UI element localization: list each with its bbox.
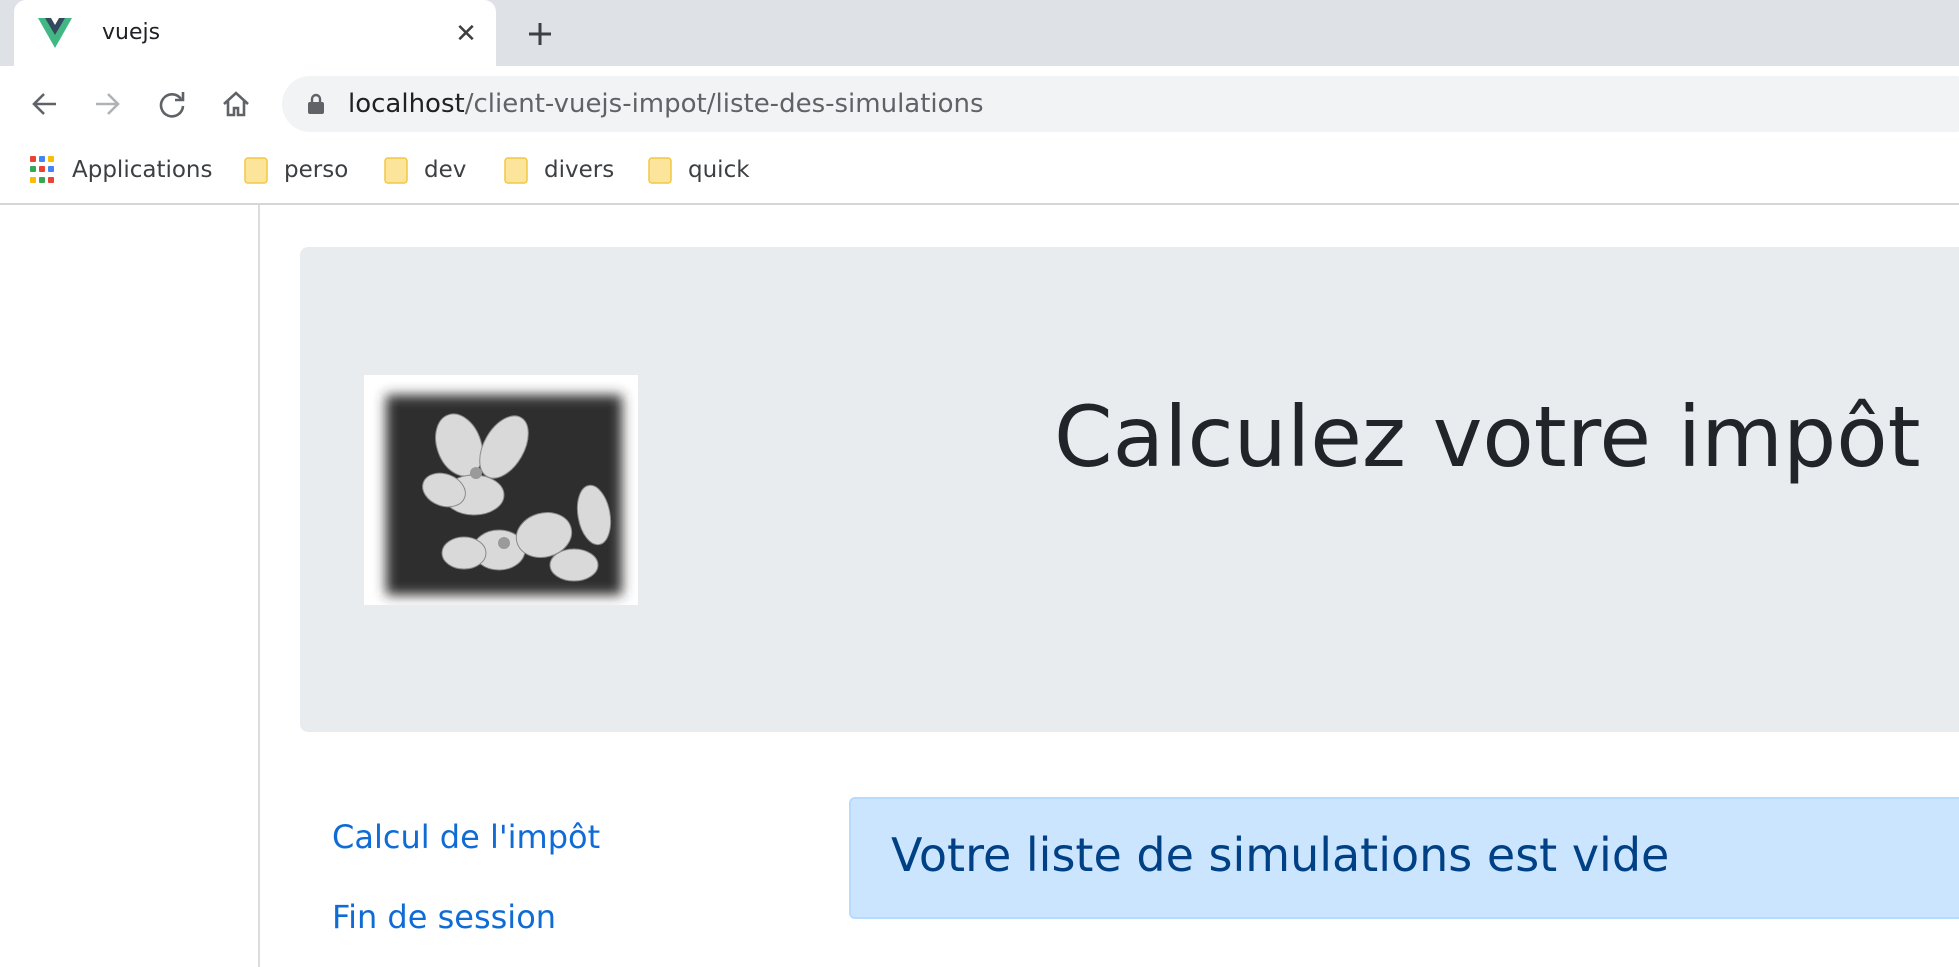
url-text: localhost/client-vuejs-impot/liste-des-s… bbox=[348, 88, 984, 120]
browser-toolbar: localhost/client-vuejs-impot/liste-des-s… bbox=[0, 66, 1959, 140]
new-tab-button[interactable] bbox=[522, 16, 558, 52]
folder-icon bbox=[648, 157, 672, 184]
folder-icon bbox=[384, 157, 408, 184]
bookmark-label: dev bbox=[424, 157, 467, 183]
home-icon bbox=[223, 91, 249, 117]
apps-grid-icon bbox=[30, 156, 58, 184]
page-content: Calculez votre impôt Calcul de l'impôt F… bbox=[0, 205, 1959, 967]
bookmark-perso[interactable]: perso bbox=[242, 152, 348, 188]
bookmark-divers[interactable]: divers bbox=[502, 152, 614, 188]
menu-link-fin-session[interactable]: Fin de session bbox=[332, 897, 556, 937]
folder-icon bbox=[244, 157, 268, 184]
menu-link-calcul-impot[interactable]: Calcul de l'impôt bbox=[332, 817, 600, 857]
back-button[interactable] bbox=[24, 84, 64, 124]
url-path: /client-vuejs-impot/liste-des-simulation… bbox=[464, 89, 984, 119]
divider bbox=[258, 205, 260, 967]
bookmark-label: quick bbox=[688, 157, 750, 183]
arrow-right-icon bbox=[96, 93, 120, 115]
tab-title: vuejs bbox=[102, 20, 161, 45]
bookmark-label: divers bbox=[544, 157, 615, 183]
bookmarks-bar: Applications perso dev divers quick bbox=[0, 140, 1959, 205]
home-button[interactable] bbox=[216, 84, 256, 124]
bookmark-quick[interactable]: quick bbox=[646, 152, 750, 188]
close-icon: ✕ bbox=[455, 17, 477, 48]
folder-icon bbox=[504, 157, 528, 184]
empty-list-alert: Votre liste de simulations est vide bbox=[849, 797, 1959, 919]
alert-text: Votre liste de simulations est vide bbox=[891, 828, 1670, 882]
forward-button[interactable] bbox=[88, 84, 128, 124]
page-title: Calculez votre impôt bbox=[1054, 388, 1921, 486]
address-bar[interactable]: localhost/client-vuejs-impot/liste-des-s… bbox=[282, 76, 1959, 132]
browser-tab[interactable]: vuejs ✕ bbox=[14, 0, 496, 66]
bookmark-label: Applications bbox=[72, 157, 213, 183]
reload-icon bbox=[159, 92, 185, 118]
url-host: localhost bbox=[348, 89, 465, 119]
bookmark-dev[interactable]: dev bbox=[382, 152, 466, 188]
browser-tab-strip: vuejs ✕ bbox=[0, 0, 1959, 66]
bookmark-applications[interactable]: Applications bbox=[28, 152, 213, 188]
close-tab-button[interactable]: ✕ bbox=[451, 18, 481, 48]
reload-button[interactable] bbox=[152, 84, 192, 124]
bookmark-label: perso bbox=[284, 157, 349, 183]
vue-logo-icon bbox=[38, 18, 72, 48]
flower-photo-image bbox=[364, 375, 638, 605]
arrow-left-icon bbox=[32, 93, 56, 115]
jumbotron-header: Calculez votre impôt bbox=[300, 247, 1959, 732]
plus-icon bbox=[529, 23, 551, 45]
lock-icon bbox=[308, 93, 324, 114]
